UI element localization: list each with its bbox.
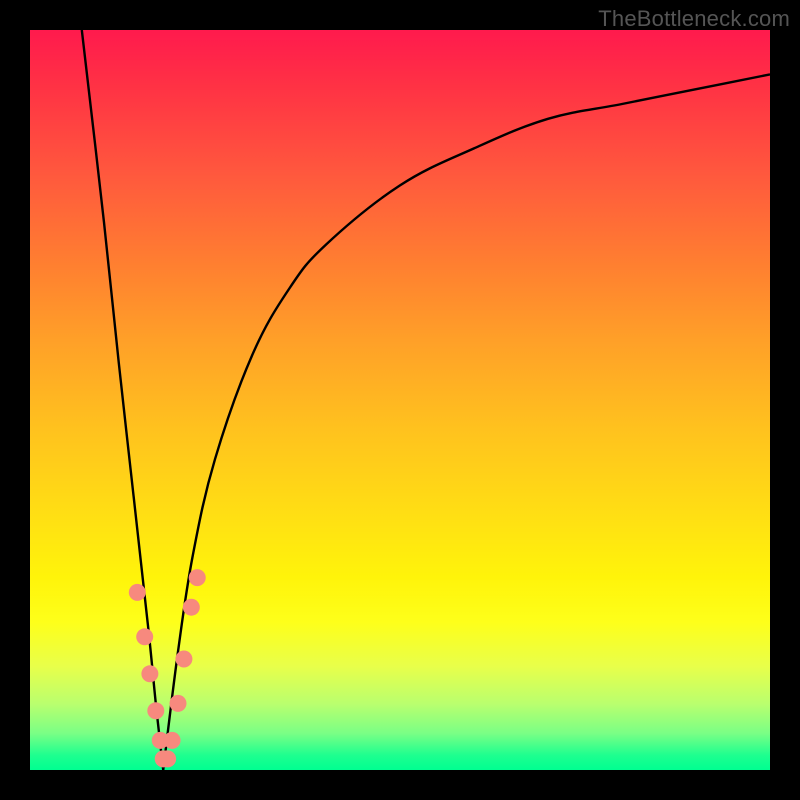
data-marker [175,651,192,668]
data-marker [183,599,200,616]
plot-area [30,30,770,770]
watermark-text: TheBottleneck.com [598,6,790,32]
chart-frame: TheBottleneck.com [0,0,800,800]
marker-group [129,569,206,767]
data-marker [189,569,206,586]
data-marker [164,732,181,749]
data-marker [129,584,146,601]
data-marker [141,665,158,682]
curves-svg [30,30,770,770]
data-marker [136,628,153,645]
data-marker [159,750,176,767]
right-branch-curve [163,74,770,770]
data-marker [170,695,187,712]
left-branch-curve [82,30,163,770]
data-marker [147,702,164,719]
